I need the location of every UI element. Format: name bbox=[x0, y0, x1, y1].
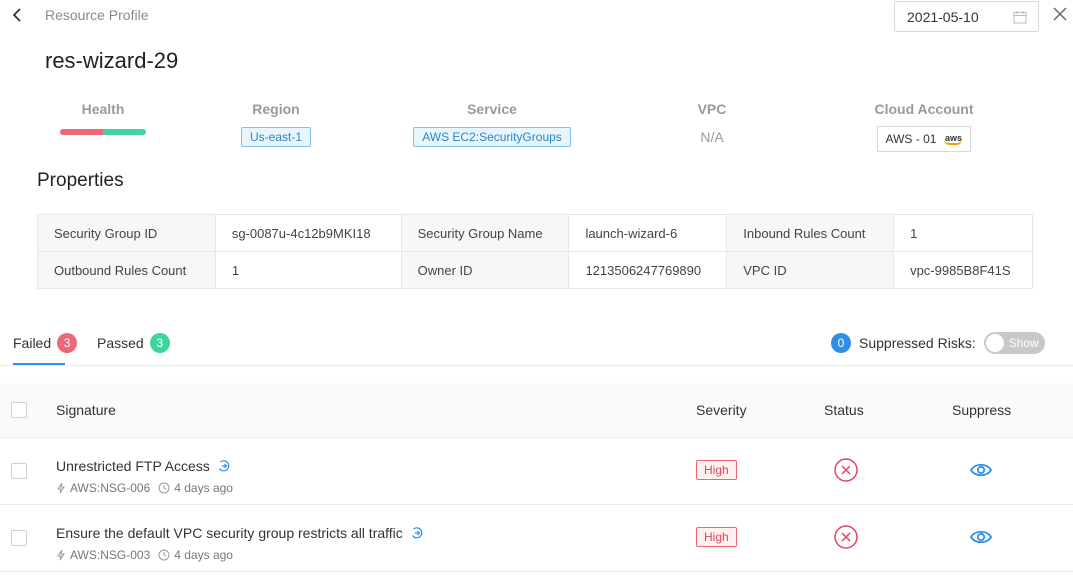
clock-icon bbox=[158, 549, 170, 561]
eye-icon[interactable] bbox=[969, 461, 993, 479]
column-suppress: Suppress bbox=[952, 402, 1012, 418]
property-value: 1213506247769890 bbox=[568, 251, 728, 289]
property-value: vpc-9985B8F41S bbox=[893, 251, 1033, 289]
cloud-account-tag: AWS - 01 aws bbox=[876, 126, 972, 152]
tab-failed-label: Failed bbox=[13, 335, 52, 351]
detected-age: 4 days ago bbox=[174, 548, 233, 562]
lightning-icon bbox=[57, 482, 65, 494]
failed-count-badge: 3 bbox=[57, 333, 78, 353]
show-suppressed-toggle[interactable]: Show bbox=[983, 332, 1045, 354]
property-value: 1 bbox=[893, 214, 1033, 252]
vpc-summary: VPC N/A bbox=[652, 101, 772, 145]
tabs-divider bbox=[0, 365, 1073, 366]
vpc-value: N/A bbox=[700, 129, 724, 145]
health-summary: Health bbox=[58, 101, 148, 135]
toggle-knob bbox=[985, 334, 1004, 352]
properties-table: Security Group ID sg-0087u-4c12b9MKI18 S… bbox=[37, 214, 1033, 289]
remediation-link-icon[interactable] bbox=[410, 526, 424, 540]
property-value: 1 bbox=[214, 251, 402, 289]
results-table-header: Signature Severity Status Suppress bbox=[0, 383, 1073, 438]
property-key: Inbound Rules Count bbox=[726, 214, 895, 252]
detected-age: 4 days ago bbox=[174, 481, 233, 495]
health-bar bbox=[60, 129, 146, 135]
cloud-account-label: Cloud Account bbox=[874, 101, 974, 117]
service-tag: AWS EC2:SecurityGroups bbox=[413, 127, 571, 147]
column-severity: Severity bbox=[696, 402, 747, 418]
table-row: Ensure the default VPC security group re… bbox=[0, 505, 1073, 572]
remediation-link-icon[interactable] bbox=[217, 459, 231, 473]
cloud-account-summary: Cloud Account AWS - 01 aws bbox=[860, 101, 988, 152]
rule-id: AWS:NSG-006 bbox=[70, 481, 151, 495]
cloud-account-value: AWS - 01 bbox=[885, 132, 937, 146]
region-tag: Us-east-1 bbox=[240, 127, 311, 147]
vpc-label: VPC bbox=[697, 101, 727, 117]
signature-cell: Ensure the default VPC security group re… bbox=[56, 525, 424, 541]
property-key: Security Group ID bbox=[37, 214, 216, 252]
close-button[interactable] bbox=[1052, 6, 1070, 24]
select-all-checkbox[interactable] bbox=[11, 402, 27, 418]
resource-title: res-wizard-29 bbox=[45, 48, 179, 73]
service-label: Service bbox=[467, 101, 517, 117]
suppressed-label: Suppressed Risks: bbox=[859, 335, 976, 351]
property-key: VPC ID bbox=[726, 251, 895, 289]
failed-x-circle-icon bbox=[834, 458, 858, 482]
property-value: launch-wizard-6 bbox=[568, 214, 728, 252]
suppressed-count-badge: 0 bbox=[831, 333, 851, 353]
health-bar-failed bbox=[60, 129, 103, 135]
close-icon bbox=[1053, 7, 1067, 21]
date-value: 2021-05-10 bbox=[907, 8, 979, 25]
signature-name: Unrestricted FTP Access bbox=[56, 458, 210, 474]
tab-passed[interactable]: Passed 3 bbox=[97, 333, 170, 353]
suppressed-risks: 0 Suppressed Risks: Show bbox=[831, 332, 1045, 354]
property-key: Security Group Name bbox=[400, 214, 570, 252]
column-status: Status bbox=[824, 402, 864, 418]
health-label: Health bbox=[81, 101, 125, 117]
clock-icon bbox=[158, 482, 170, 494]
rule-id: AWS:NSG-003 bbox=[70, 548, 151, 562]
signature-name: Ensure the default VPC security group re… bbox=[56, 525, 403, 541]
severity-badge: High bbox=[696, 460, 737, 480]
region-label: Region bbox=[252, 101, 300, 117]
chevron-left-icon bbox=[12, 8, 21, 22]
properties-title: Properties bbox=[37, 170, 124, 191]
back-button[interactable] bbox=[8, 5, 26, 25]
properties-row: Security Group ID sg-0087u-4c12b9MKI18 S… bbox=[37, 214, 1033, 252]
service-summary: Service AWS EC2:SecurityGroups bbox=[402, 101, 582, 147]
date-picker[interactable]: 2021-05-10 bbox=[894, 1, 1039, 32]
properties-row: Outbound Rules Count 1 Owner ID 12135062… bbox=[37, 251, 1033, 289]
tab-failed[interactable]: Failed 3 bbox=[13, 333, 78, 353]
row-checkbox[interactable] bbox=[11, 530, 27, 546]
severity-badge: High bbox=[696, 527, 737, 547]
property-key: Owner ID bbox=[400, 251, 570, 289]
table-row: Unrestricted FTP Access AWS:NSG-006 4 da… bbox=[0, 438, 1073, 505]
signature-meta: AWS:NSG-006 4 days ago bbox=[56, 481, 233, 495]
property-key: Outbound Rules Count bbox=[37, 251, 216, 289]
failed-x-circle-icon bbox=[834, 525, 858, 549]
health-bar-passed bbox=[103, 129, 146, 135]
tab-passed-label: Passed bbox=[97, 335, 144, 351]
calendar-icon bbox=[1013, 11, 1027, 24]
region-summary: Region Us-east-1 bbox=[216, 101, 336, 147]
signature-meta: AWS:NSG-003 4 days ago bbox=[56, 548, 233, 562]
aws-logo: aws bbox=[944, 132, 963, 145]
property-value: sg-0087u-4c12b9MKI18 bbox=[214, 214, 402, 252]
column-signature: Signature bbox=[56, 402, 116, 418]
signature-cell: Unrestricted FTP Access bbox=[56, 458, 231, 474]
breadcrumb: Resource Profile bbox=[45, 7, 149, 23]
toggle-label: Show bbox=[1008, 336, 1039, 350]
lightning-icon bbox=[57, 549, 65, 561]
row-checkbox[interactable] bbox=[11, 463, 27, 479]
eye-icon[interactable] bbox=[969, 528, 993, 546]
passed-count-badge: 3 bbox=[149, 333, 170, 353]
